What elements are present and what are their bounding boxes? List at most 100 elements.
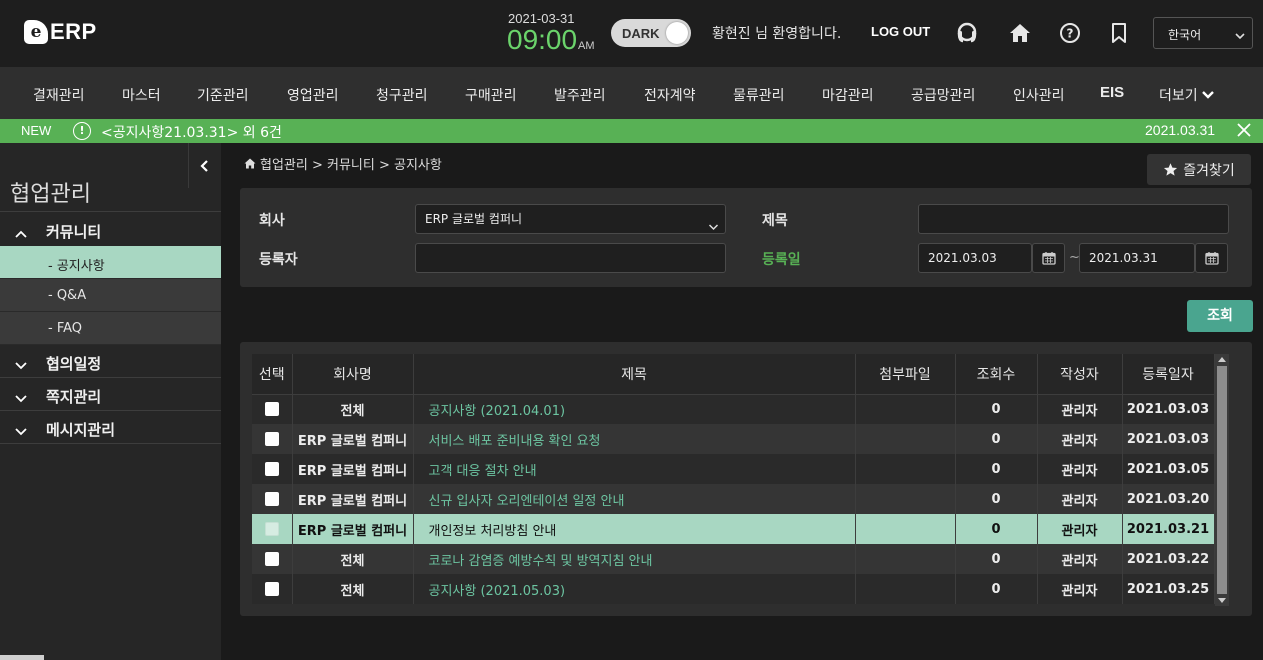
sidebar-group-memo[interactable]: 쪽지관리 [0,378,221,411]
sidebar-group-community[interactable]: 커뮤니티 [0,213,221,246]
table-row[interactable]: 전체 공지사항 (2021.05.03) 0 관리자 2021.03.25 [252,574,1215,604]
row-checkbox[interactable] [264,552,279,566]
cell-date: 2021.03.21 [1122,514,1215,544]
sidebar-group-schedule[interactable]: 협의일정 [0,345,221,378]
close-icon[interactable] [1236,122,1252,142]
cell-views: 0 [955,484,1038,514]
column-header-attachment[interactable]: 첨부파일 [855,354,956,395]
row-checkbox-cell [252,514,293,544]
cell-title-link[interactable]: 신규 입사자 오리엔테이션 일정 안내 [413,484,856,514]
nav-approval[interactable]: 결재관리 [33,85,85,105]
table-row[interactable]: ERP 글로벌 컴퍼니 고객 대응 절차 안내 0 관리자 2021.03.05 [252,454,1215,484]
svg-text:?: ? [1067,27,1074,41]
table-row-selected[interactable]: ERP 글로벌 컴퍼니 개인정보 처리방침 안내 0 관리자 2021.03.2… [252,514,1215,544]
notice-date: 2021.03.31 [1145,122,1216,138]
calendar-icon[interactable] [1195,243,1228,273]
notice-text[interactable]: <공지사항21.03.31> 외 6건 [101,122,282,142]
toggle-knob [666,22,688,44]
sidebar: 협업관리 커뮤니티 - 공지사항 - Q&A - FAQ 협의일정 쪽지관리 메… [0,143,221,660]
scroll-up-icon[interactable] [1218,357,1226,362]
row-checkbox[interactable] [264,582,279,596]
scroll-down-icon[interactable] [1218,598,1226,603]
sidebar-group-label: 협의일정 [46,355,102,373]
cell-company: 전체 [292,544,414,574]
nav-contract[interactable]: 전자계약 [644,85,696,105]
breadcrumb-text: 협업관리 > 커뮤니티 > 공지사항 [260,158,442,173]
company-select[interactable]: ERP 글로벌 컴퍼니 [415,204,726,234]
clock-time: 09:00 [507,24,578,55]
query-button[interactable]: 조회 [1187,300,1253,332]
home-icon[interactable] [1007,20,1033,46]
cell-title-link[interactable]: 서비스 배포 준비내용 확인 요청 [413,424,856,454]
date-to-input[interactable]: 2021.03.31 [1079,243,1195,273]
scroll-thumb[interactable] [1217,366,1227,594]
cell-date: 2021.03.20 [1122,484,1215,514]
cell-title-link[interactable]: 공지사항 (2021.04.01) [413,394,856,424]
cell-company: ERP 글로벌 컴퍼니 [292,424,414,454]
nav-standard[interactable]: 기준관리 [197,85,249,105]
table-row[interactable]: 전체 공지사항 (2021.04.01) 0 관리자 2021.03.03 [252,394,1215,424]
logout-button[interactable]: LOG OUT [871,24,930,39]
cell-date: 2021.03.03 [1122,394,1215,424]
cell-attachment [855,394,956,424]
user-icon[interactable] [954,20,980,46]
date-label: 등록일 [762,252,801,268]
sidebar-item-qna[interactable]: - Q&A [0,279,221,312]
app-logo[interactable]: e ERP [24,18,97,46]
favorite-button[interactable]: 즐겨찾기 [1147,154,1251,185]
title-input[interactable] [918,204,1229,234]
sidebar-item-label: - Q&A [48,288,87,303]
table-row[interactable]: ERP 글로벌 컴퍼니 신규 입사자 오리엔테이션 일정 안내 0 관리자 20… [252,484,1215,514]
logo-text: ERP [50,19,97,44]
cell-title-link[interactable]: 고객 대응 절차 안내 [413,454,856,484]
row-checkbox-cell [252,394,293,424]
chevron-down-icon [14,389,28,408]
cell-title-link[interactable]: 코로나 감염증 예방수칙 및 방역지침 안내 [413,544,856,574]
sidebar-item-label: - FAQ [48,321,83,336]
column-header-title[interactable]: 제목 [413,354,856,395]
main-nav: 결재관리 마스터 기준관리 영업관리 청구관리 구매관리 발주관리 전자계약 물… [0,67,1263,119]
nav-billing[interactable]: 청구관리 [376,85,428,105]
column-header-views[interactable]: 조회수 [955,354,1038,395]
nav-logistics[interactable]: 물류관리 [733,85,785,105]
nav-sales[interactable]: 영업관리 [287,85,339,105]
row-checkbox[interactable] [264,492,279,506]
row-checkbox-cell [252,484,293,514]
column-header-writer[interactable]: 작성자 [1037,354,1123,395]
table-row[interactable]: 전체 코로나 감염증 예방수칙 및 방역지침 안내 0 관리자 2021.03.… [252,544,1215,574]
row-checkbox[interactable] [264,522,279,536]
nav-eis[interactable]: EIS [1100,84,1124,101]
cell-title-link[interactable]: 개인정보 처리방침 안내 [413,514,856,544]
column-header-company[interactable]: 회사명 [292,354,414,395]
column-header-date[interactable]: 등록일자 [1122,354,1215,395]
nav-scm[interactable]: 공급망관리 [911,85,975,105]
nav-purchase[interactable]: 구매관리 [465,85,517,105]
sidebar-group-message[interactable]: 메시지관리 [0,411,221,444]
help-icon[interactable]: ? [1057,20,1083,46]
bookmark-icon[interactable] [1106,20,1132,46]
calendar-icon[interactable] [1032,243,1065,273]
cell-title-link[interactable]: 공지사항 (2021.05.03) [413,574,856,604]
sidebar-group-label: 메시지관리 [46,421,116,439]
chevron-up-icon [14,224,28,243]
row-checkbox[interactable] [264,432,279,446]
grid-scrollbar[interactable] [1215,354,1229,606]
row-checkbox[interactable] [264,462,279,476]
sidebar-title: 협업관리 [10,182,91,207]
dark-mode-toggle[interactable]: DARK [611,19,691,47]
nav-closing[interactable]: 마감관리 [822,85,874,105]
row-checkbox[interactable] [264,402,279,417]
home-icon[interactable] [244,158,256,169]
writer-input[interactable] [415,243,726,273]
sidebar-collapse-button[interactable] [188,143,221,188]
date-from-input[interactable]: 2021.03.03 [918,243,1032,273]
language-select[interactable]: 한국어 [1153,17,1253,49]
sidebar-item-faq[interactable]: - FAQ [0,312,221,345]
table-row[interactable]: ERP 글로벌 컴퍼니 서비스 배포 준비내용 확인 요청 0 관리자 2021… [252,424,1215,454]
nav-hr[interactable]: 인사관리 [1013,85,1065,105]
nav-more[interactable]: 더보기 [1159,85,1215,105]
sidebar-item-notice[interactable]: - 공지사항 [0,246,221,279]
nav-order[interactable]: 발주관리 [554,85,606,105]
table-header-row: 선택 회사명 제목 첨부파일 조회수 작성자 등록일자 [252,354,1215,395]
nav-master[interactable]: 마스터 [122,85,161,105]
